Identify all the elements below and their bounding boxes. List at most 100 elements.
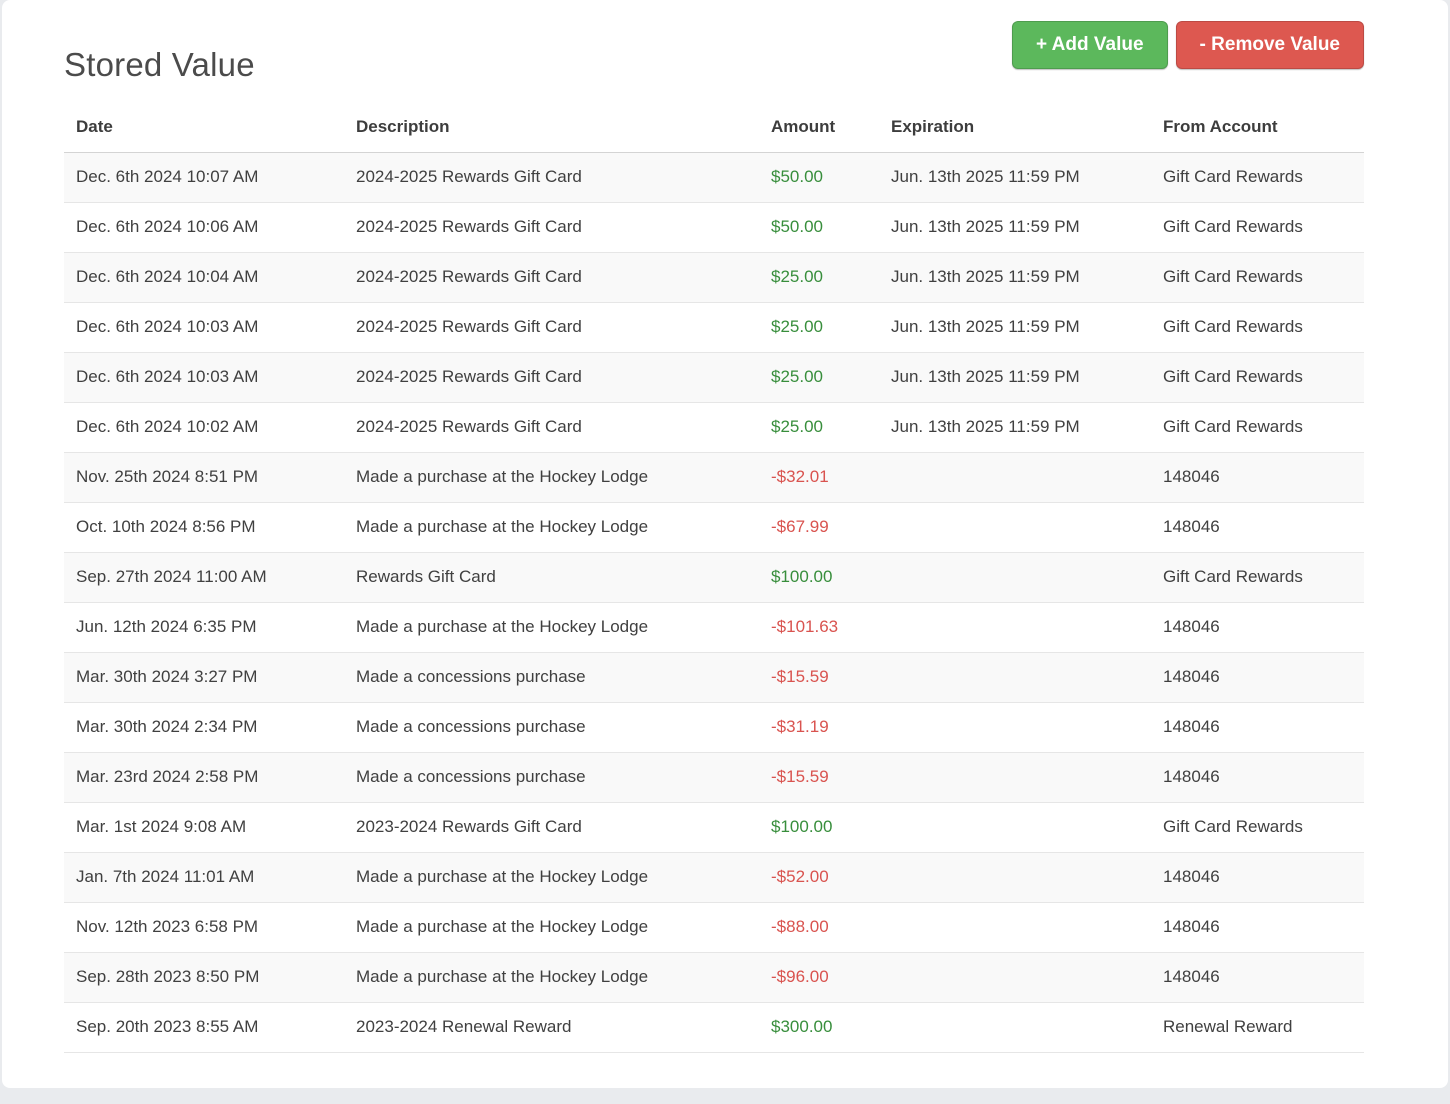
cell-expiration bbox=[879, 852, 1151, 903]
cell-date: Jun. 12th 2024 6:35 PM bbox=[64, 602, 344, 653]
cell-description: 2023-2024 Rewards Gift Card bbox=[344, 802, 759, 853]
cell-description: 2024-2025 Rewards Gift Card bbox=[344, 352, 759, 403]
stored-value-table: Date Description Amount Expiration From … bbox=[64, 103, 1364, 1053]
cell-description: 2023-2024 Renewal Reward bbox=[344, 1002, 759, 1053]
table-row: Nov. 25th 2024 8:51 PM Made a purchase a… bbox=[64, 452, 1364, 503]
cell-expiration bbox=[879, 802, 1151, 853]
cell-amount: -$101.63 bbox=[759, 602, 879, 653]
table-row: Mar. 30th 2024 3:27 PM Made a concession… bbox=[64, 652, 1364, 703]
cell-date: Oct. 10th 2024 8:56 PM bbox=[64, 502, 344, 553]
table-row: Jun. 12th 2024 6:35 PM Made a purchase a… bbox=[64, 602, 1364, 653]
cell-amount: $100.00 bbox=[759, 802, 879, 853]
cell-date: Mar. 23rd 2024 2:58 PM bbox=[64, 752, 344, 803]
cell-amount: -$15.59 bbox=[759, 752, 879, 803]
cell-expiration: Jun. 13th 2025 11:59 PM bbox=[879, 252, 1151, 303]
cell-amount: -$88.00 bbox=[759, 902, 879, 953]
table-row: Mar. 30th 2024 2:34 PM Made a concession… bbox=[64, 702, 1364, 753]
cell-amount: -$31.19 bbox=[759, 702, 879, 753]
cell-amount: $25.00 bbox=[759, 302, 879, 353]
cell-date: Dec. 6th 2024 10:02 AM bbox=[64, 402, 344, 453]
cell-description: Made a purchase at the Hockey Lodge bbox=[344, 502, 759, 553]
cell-from-account: Renewal Reward bbox=[1151, 1002, 1364, 1053]
cell-description: Made a purchase at the Hockey Lodge bbox=[344, 602, 759, 653]
cell-amount: $300.00 bbox=[759, 1002, 879, 1053]
cell-amount: -$52.00 bbox=[759, 852, 879, 903]
column-header-expiration: Expiration bbox=[879, 103, 1151, 153]
table-row: Jan. 7th 2024 11:01 AM Made a purchase a… bbox=[64, 852, 1364, 903]
cell-expiration: Jun. 13th 2025 11:59 PM bbox=[879, 152, 1151, 203]
cell-amount: -$15.59 bbox=[759, 652, 879, 703]
cell-expiration bbox=[879, 902, 1151, 953]
cell-amount: $25.00 bbox=[759, 352, 879, 403]
page-title: Stored Value bbox=[64, 46, 255, 83]
cell-expiration bbox=[879, 602, 1151, 653]
table-row: Dec. 6th 2024 10:02 AM 2024-2025 Rewards… bbox=[64, 402, 1364, 453]
column-header-date: Date bbox=[64, 103, 344, 153]
cell-description: Made a concessions purchase bbox=[344, 652, 759, 703]
cell-expiration bbox=[879, 952, 1151, 1003]
cell-from-account: 148046 bbox=[1151, 702, 1364, 753]
cell-expiration bbox=[879, 1002, 1151, 1053]
cell-from-account: 148046 bbox=[1151, 752, 1364, 803]
cell-from-account: Gift Card Rewards bbox=[1151, 152, 1364, 203]
cell-from-account: Gift Card Rewards bbox=[1151, 552, 1364, 603]
cell-from-account: 148046 bbox=[1151, 902, 1364, 953]
add-value-button[interactable]: + Add Value bbox=[1012, 21, 1168, 69]
cell-from-account: 148046 bbox=[1151, 502, 1364, 553]
cell-description: Made a purchase at the Hockey Lodge bbox=[344, 952, 759, 1003]
cell-date: Dec. 6th 2024 10:04 AM bbox=[64, 252, 344, 303]
content-area: Stored Value + Add Value - Remove Value … bbox=[64, 0, 1364, 1053]
cell-date: Mar. 30th 2024 2:34 PM bbox=[64, 702, 344, 753]
cell-description: Made a purchase at the Hockey Lodge bbox=[344, 902, 759, 953]
cell-expiration: Jun. 13th 2025 11:59 PM bbox=[879, 202, 1151, 253]
cell-amount: $50.00 bbox=[759, 152, 879, 203]
cell-from-account: 148046 bbox=[1151, 652, 1364, 703]
cell-amount: -$96.00 bbox=[759, 952, 879, 1003]
column-header-amount: Amount bbox=[759, 103, 879, 153]
cell-from-account: Gift Card Rewards bbox=[1151, 202, 1364, 253]
table-row: Dec. 6th 2024 10:04 AM 2024-2025 Rewards… bbox=[64, 252, 1364, 303]
cell-description: 2024-2025 Rewards Gift Card bbox=[344, 402, 759, 453]
cell-expiration: Jun. 13th 2025 11:59 PM bbox=[879, 302, 1151, 353]
cell-date: Mar. 1st 2024 9:08 AM bbox=[64, 802, 344, 853]
table-row: Sep. 28th 2023 8:50 PM Made a purchase a… bbox=[64, 952, 1364, 1003]
cell-date: Mar. 30th 2024 3:27 PM bbox=[64, 652, 344, 703]
cell-expiration bbox=[879, 752, 1151, 803]
cell-from-account: Gift Card Rewards bbox=[1151, 302, 1364, 353]
column-header-from-account: From Account bbox=[1151, 103, 1364, 153]
cell-amount: $25.00 bbox=[759, 252, 879, 303]
table-row: Dec. 6th 2024 10:07 AM 2024-2025 Rewards… bbox=[64, 152, 1364, 203]
cell-expiration: Jun. 13th 2025 11:59 PM bbox=[879, 402, 1151, 453]
cell-date: Sep. 28th 2023 8:50 PM bbox=[64, 952, 344, 1003]
table-row: Oct. 10th 2024 8:56 PM Made a purchase a… bbox=[64, 502, 1364, 553]
remove-value-button[interactable]: - Remove Value bbox=[1175, 21, 1364, 69]
cell-from-account: 148046 bbox=[1151, 952, 1364, 1003]
table-body: Dec. 6th 2024 10:07 AM 2024-2025 Rewards… bbox=[64, 152, 1364, 1053]
table-row: Mar. 1st 2024 9:08 AM 2023-2024 Rewards … bbox=[64, 802, 1364, 853]
cell-from-account: Gift Card Rewards bbox=[1151, 402, 1364, 453]
cell-amount: -$67.99 bbox=[759, 502, 879, 553]
cell-date: Dec. 6th 2024 10:06 AM bbox=[64, 202, 344, 253]
table-row: Dec. 6th 2024 10:06 AM 2024-2025 Rewards… bbox=[64, 202, 1364, 253]
cell-from-account: Gift Card Rewards bbox=[1151, 802, 1364, 853]
table-row: Sep. 20th 2023 8:55 AM 2023-2024 Renewal… bbox=[64, 1002, 1364, 1053]
cell-amount: $50.00 bbox=[759, 202, 879, 253]
cell-description: Made a concessions purchase bbox=[344, 752, 759, 803]
cell-from-account: 148046 bbox=[1151, 852, 1364, 903]
cell-description: 2024-2025 Rewards Gift Card bbox=[344, 252, 759, 303]
cell-expiration bbox=[879, 452, 1151, 503]
cell-description: Made a concessions purchase bbox=[344, 702, 759, 753]
cell-date: Sep. 27th 2024 11:00 AM bbox=[64, 552, 344, 603]
cell-description: 2024-2025 Rewards Gift Card bbox=[344, 302, 759, 353]
cell-description: Made a purchase at the Hockey Lodge bbox=[344, 852, 759, 903]
cell-date: Dec. 6th 2024 10:07 AM bbox=[64, 152, 344, 203]
table-row: Dec. 6th 2024 10:03 AM 2024-2025 Rewards… bbox=[64, 352, 1364, 403]
cell-expiration bbox=[879, 702, 1151, 753]
table-row: Mar. 23rd 2024 2:58 PM Made a concession… bbox=[64, 752, 1364, 803]
cell-expiration bbox=[879, 652, 1151, 703]
cell-date: Sep. 20th 2023 8:55 AM bbox=[64, 1002, 344, 1053]
cell-date: Dec. 6th 2024 10:03 AM bbox=[64, 352, 344, 403]
cell-amount: -$32.01 bbox=[759, 452, 879, 503]
column-header-description: Description bbox=[344, 103, 759, 153]
cell-from-account: Gift Card Rewards bbox=[1151, 252, 1364, 303]
